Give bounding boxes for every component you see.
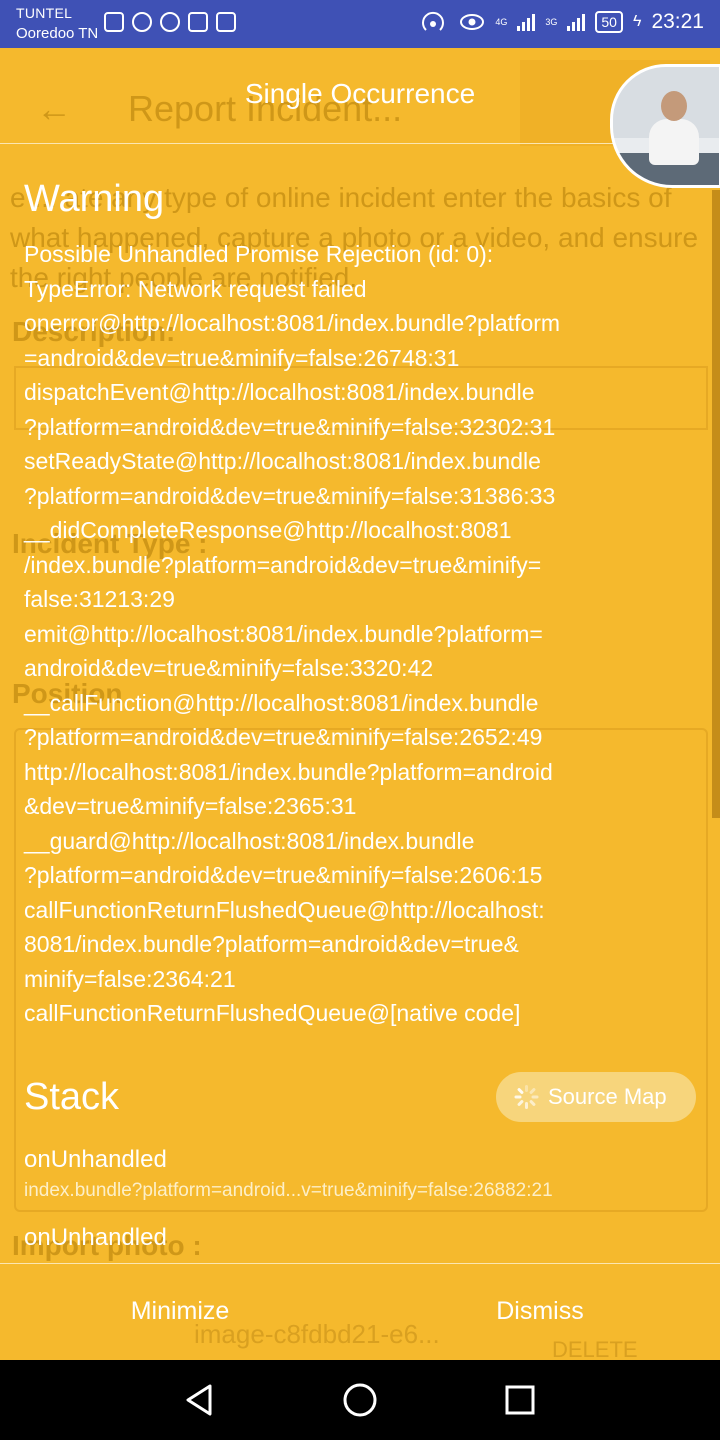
loading-spinner-icon (514, 1085, 539, 1109)
warning-message-line: ?platform=android&dev=true&minify=false:… (24, 413, 556, 440)
status-right: 4G 3G 50 ϟ 23:21 (421, 10, 704, 34)
stack-frame[interactable]: onUnhandled (24, 1224, 167, 1252)
warning-message-line: dispatchEvent@http://localhost:8081/inde… (24, 379, 535, 405)
network-type-4g: 4G (495, 16, 508, 27)
battery-level: 50 (595, 11, 623, 33)
warning-footer: image-c8fdbd21-e6... DELETE Minimize Dis… (0, 1263, 720, 1362)
dismiss-button[interactable]: Dismiss (360, 1263, 720, 1360)
stack-frame[interactable]: onUnhandled index.bundle?platform=androi… (24, 1146, 553, 1202)
warning-message-line: callFunctionReturnFlushedQueue@[native c… (24, 1000, 521, 1026)
warning-message-line: ?platform=android&dev=true&minify=false:… (24, 862, 543, 888)
clock: 23:21 (651, 10, 704, 33)
stack-frame-function: onUnhandled (24, 1224, 167, 1251)
activity-icon (104, 12, 124, 32)
warning-message-line: Possible Unhandled Promise Rejection (id… (24, 241, 494, 267)
mail-icon (216, 12, 236, 32)
warning-message-line: TypeError: Network request failed (24, 275, 367, 302)
warning-message-line: false:31213:29 (24, 586, 175, 612)
warning-heading: Warning (24, 178, 165, 220)
facebook-square-icon (188, 12, 208, 32)
network-type-3g: 3G (545, 16, 558, 27)
stack-frame-location: index.bundle?platform=android...v=true&m… (24, 1180, 553, 1201)
stack-heading: Stack (24, 1076, 120, 1118)
warning-message-line: __didCompleteResponse@http://localhost:8… (24, 517, 512, 543)
source-map-label: Source Map (548, 1084, 667, 1109)
signal-icon-secondary (567, 13, 586, 31)
warning-message-line: __callFunction@http://localhost:8081/ind… (24, 689, 539, 716)
warning-message-line: http://localhost:8081/index.bundle?platf… (24, 758, 553, 785)
eye-icon (460, 14, 485, 30)
status-bar: TUNTEL Ooredoo TN 4G 3G 50 ϟ 23:21 (0, 0, 720, 48)
warning-message-line: ?platform=android&dev=true&minify=false:… (24, 482, 556, 509)
warning-message-line: ?platform=android&dev=true&minify=false:… (24, 724, 543, 750)
source-map-button[interactable]: Source Map (496, 1072, 696, 1122)
back-nav-icon[interactable] (180, 1380, 220, 1420)
home-nav-icon[interactable] (340, 1380, 380, 1420)
warning-message-line: callFunctionReturnFlushedQueue@http://lo… (24, 896, 545, 923)
hotspot-icon (422, 11, 445, 31)
signal-icon (517, 13, 536, 31)
warning-message-line: /index.bundle?platform=android&dev=true&… (24, 551, 542, 578)
facebook-icon (132, 12, 152, 32)
warning-message: Possible Unhandled Promise Rejection (id… (24, 237, 700, 1031)
notification-icons (104, 12, 236, 32)
usb-icon (160, 12, 180, 32)
stack-frame-function: onUnhandled (24, 1146, 167, 1173)
warning-message-line: __guard@http://localhost:8081/index.bund… (24, 827, 475, 854)
warning-message-line: =android&dev=true&minify=false:26748:31 (24, 344, 460, 371)
scrollbar[interactable] (712, 190, 720, 818)
warning-section: Warning Possible Unhandled Promise Rejec… (24, 170, 700, 1031)
recents-nav-icon[interactable] (500, 1380, 540, 1420)
navigation-bar (0, 1360, 720, 1440)
carrier-name: TUNTEL (16, 5, 73, 21)
warning-message-line: 8081/index.bundle?platform=android&dev=t… (24, 931, 519, 957)
charging-icon: ϟ (632, 13, 642, 30)
warning-message-line: minify=false:2364:21 (24, 965, 236, 992)
warning-message-line: setReadyState@http://localhost:8081/inde… (24, 448, 541, 474)
warning-message-line: onerror@http://localhost:8081/index.bund… (24, 310, 561, 336)
warning-message-line: android&dev=true&minify=false:3320:42 (24, 655, 434, 681)
warning-message-line: emit@http://localhost:8081/index.bundle?… (24, 620, 543, 647)
warning-message-line: &dev=true&minify=false:2365:31 (24, 793, 357, 819)
carrier-name-secondary: Ooredoo TN (16, 25, 99, 42)
minimize-button[interactable]: Minimize (0, 1263, 360, 1360)
